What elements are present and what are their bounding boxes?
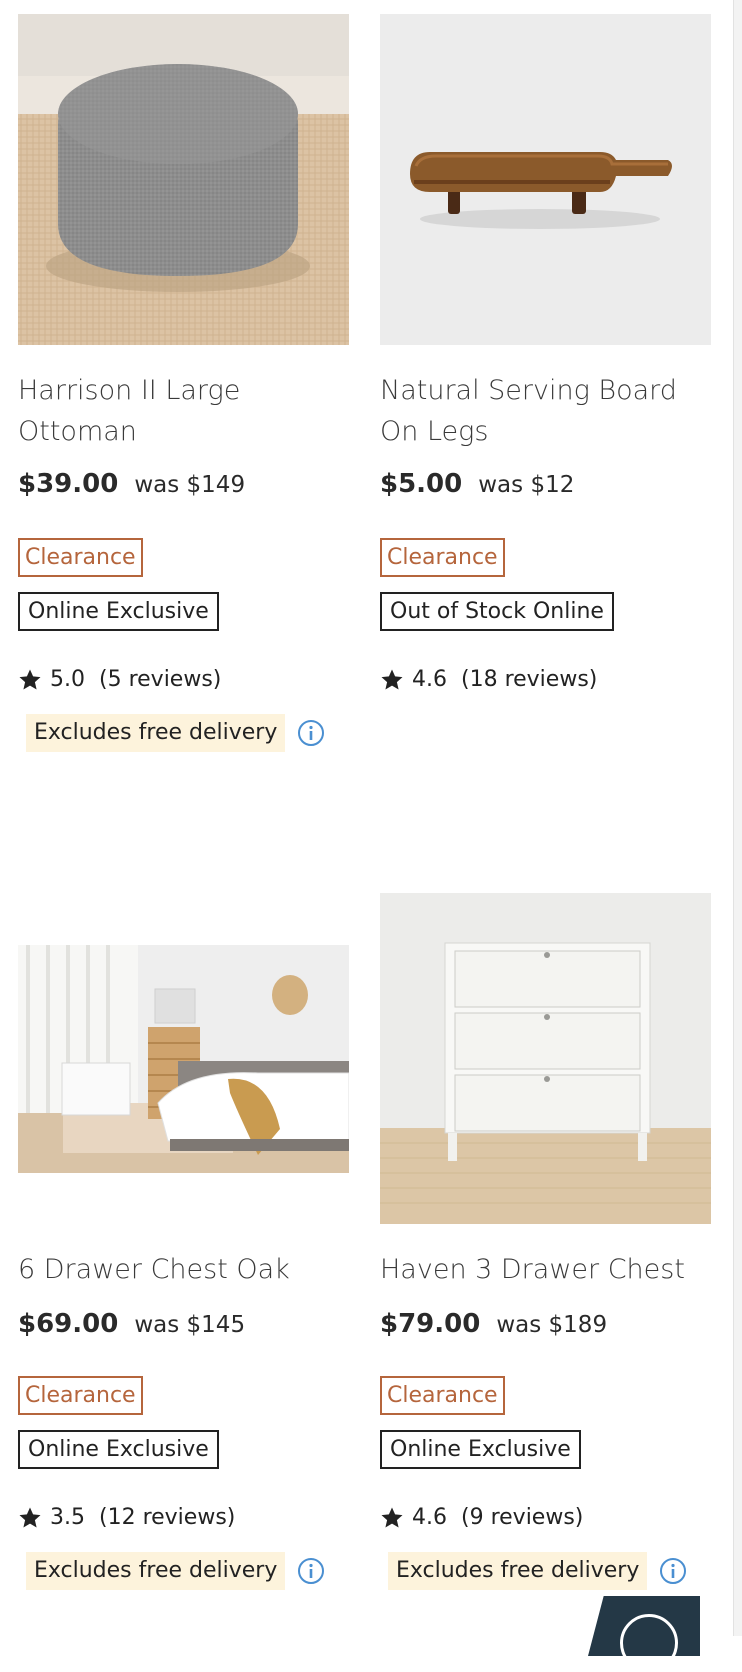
online-exclusive-badge: Online Exclusive xyxy=(380,1430,581,1469)
excludes-free-delivery: Excludes free delivery xyxy=(388,1552,648,1590)
rating[interactable]: 3.5 (12 reviews) xyxy=(18,1505,235,1530)
product-name[interactable]: Harrison II Large Ottoman xyxy=(18,370,353,452)
product-name[interactable]: Haven 3 Drawer Chest xyxy=(380,1249,715,1290)
product-name[interactable]: 6 Drawer Chest Oak xyxy=(18,1249,353,1290)
was-price: was $149 xyxy=(134,472,246,498)
out-of-stock-badge: Out of Stock Online xyxy=(380,592,614,631)
clearance-badge: Clearance xyxy=(380,538,505,577)
rating[interactable]: 4.6 (9 reviews) xyxy=(380,1505,583,1530)
scrollbar[interactable] xyxy=(733,0,742,1636)
review-count[interactable]: (12 reviews) xyxy=(99,1505,235,1530)
product-name[interactable]: Natural Serving Board On Legs xyxy=(380,370,715,452)
clearance-badge: Clearance xyxy=(18,538,143,577)
review-count[interactable]: (5 reviews) xyxy=(99,667,221,692)
clearance-badge: Clearance xyxy=(18,1376,143,1415)
rating[interactable]: 5.0 (5 reviews) xyxy=(18,667,221,692)
star-icon xyxy=(19,1507,41,1527)
info-icon[interactable] xyxy=(297,719,325,747)
price-row: $79.00 was $189 xyxy=(380,1309,607,1339)
online-exclusive-badge: Online Exclusive xyxy=(18,1430,219,1469)
rating-score: 3.5 xyxy=(50,1505,85,1530)
product-image-serving-board[interactable] xyxy=(380,14,711,345)
clearance-badge: Clearance xyxy=(380,1376,505,1415)
chat-icon xyxy=(620,1614,678,1656)
star-icon xyxy=(19,669,41,689)
star-icon xyxy=(381,1507,403,1527)
delivery-note: Excludes free delivery xyxy=(26,1552,325,1590)
review-count[interactable]: (9 reviews) xyxy=(461,1505,583,1530)
price-row: $39.00 was $149 xyxy=(18,469,245,499)
info-icon[interactable] xyxy=(659,1557,687,1585)
sale-price: $69.00 xyxy=(18,1309,119,1339)
excludes-free-delivery: Excludes free delivery xyxy=(26,1552,286,1590)
price-row: $69.00 was $145 xyxy=(18,1309,245,1339)
rating-score: 4.6 xyxy=(412,667,447,692)
star-icon xyxy=(381,669,403,689)
rating-score: 4.6 xyxy=(412,1505,447,1530)
sale-price: $5.00 xyxy=(380,469,463,499)
online-exclusive-badge: Online Exclusive xyxy=(18,592,219,631)
delivery-note: Excludes free delivery xyxy=(26,714,325,752)
chat-button[interactable] xyxy=(588,1596,700,1656)
rating-score: 5.0 xyxy=(50,667,85,692)
info-icon[interactable] xyxy=(297,1557,325,1585)
review-count[interactable]: (18 reviews) xyxy=(461,667,597,692)
price-row: $5.00 was $12 xyxy=(380,469,574,499)
product-image-haven-chest[interactable] xyxy=(380,893,711,1224)
product-image-bedroom[interactable] xyxy=(18,893,349,1224)
was-price: was $145 xyxy=(134,1312,246,1338)
excludes-free-delivery: Excludes free delivery xyxy=(26,714,286,752)
was-price: was $12 xyxy=(478,472,575,498)
rating[interactable]: 4.6 (18 reviews) xyxy=(380,667,597,692)
delivery-note: Excludes free delivery xyxy=(388,1552,687,1590)
sale-price: $39.00 xyxy=(18,469,119,499)
was-price: was $189 xyxy=(496,1312,608,1338)
sale-price: $79.00 xyxy=(380,1309,481,1339)
product-image-ottoman[interactable] xyxy=(18,14,349,345)
